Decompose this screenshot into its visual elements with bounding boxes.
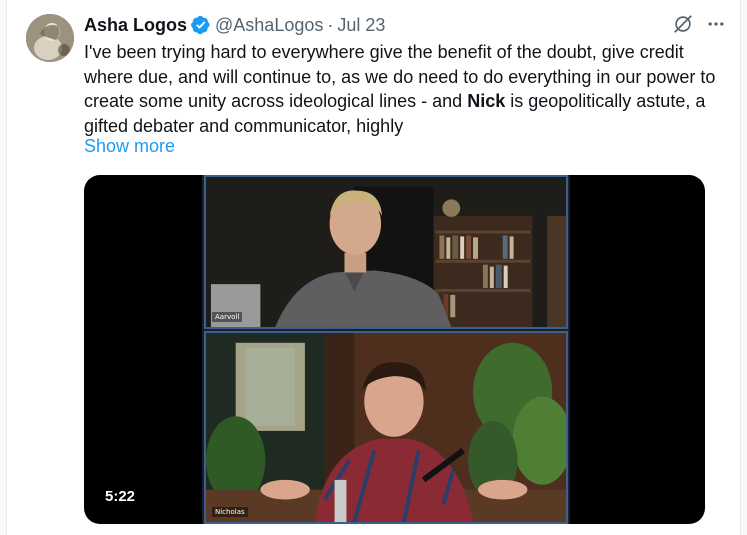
verified-badge-icon[interactable] [191,15,211,35]
tweet-card[interactable]: Asha Logos @AshaLogos · Jul 23 I've been [6,0,741,535]
video-participant-top: Aarvoll [204,175,568,329]
separator-dot: · [327,14,334,35]
author-handle[interactable]: @AshaLogos [215,15,323,36]
video-player[interactable]: Aarvoll Nicholas 5:22 [84,175,705,524]
avatar[interactable] [26,14,74,62]
tweet-actions [672,13,726,35]
participant-label-bottom: Nicholas [212,507,248,517]
video-still-top [206,177,566,327]
tweet-header: Asha Logos @AshaLogos · Jul 23 [84,13,385,37]
grok-icon[interactable] [672,13,694,35]
video-still-bottom [206,333,566,522]
video-frame: Aarvoll Nicholas [202,175,570,524]
avatar-image [26,14,74,62]
tweet-date[interactable]: Jul 23 [337,15,385,36]
tweet-text: I've been trying hard to everywhere give… [84,40,724,138]
video-participant-bottom: Nicholas [204,331,568,524]
video-duration: 5:22 [100,486,141,507]
tweet-text-bold: Nick [467,91,506,111]
participant-label-top: Aarvoll [212,312,243,322]
more-icon[interactable] [706,14,726,34]
author-name[interactable]: Asha Logos [84,15,187,36]
show-more-link[interactable]: Show more [84,136,175,157]
